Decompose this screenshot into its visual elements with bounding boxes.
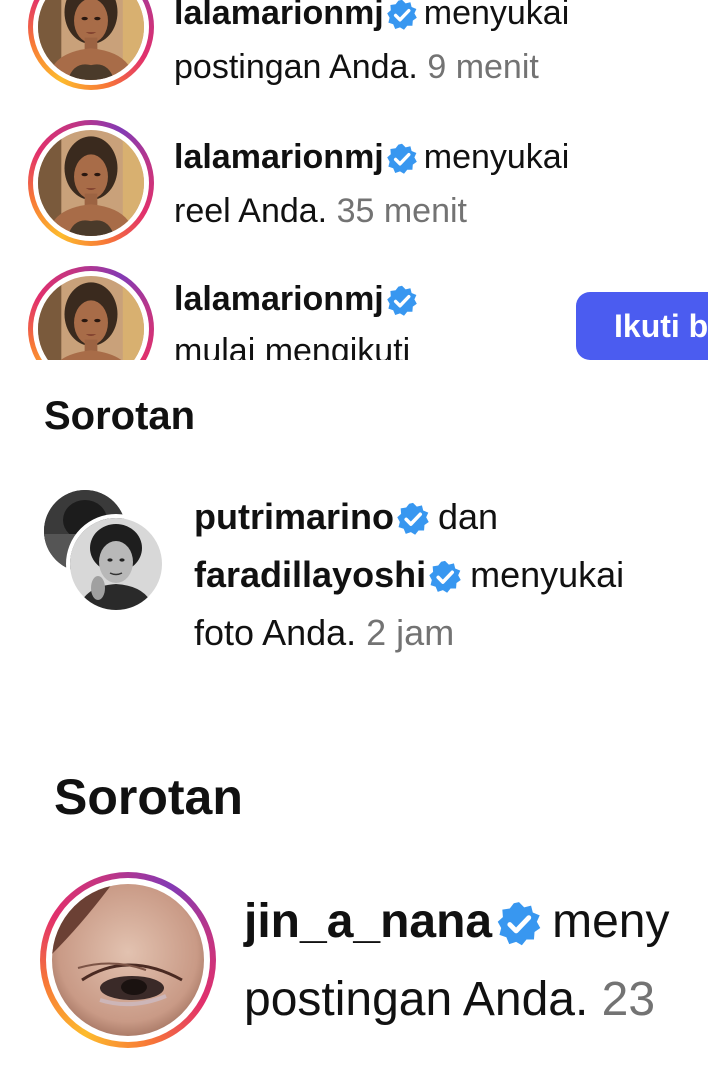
avatar[interactable] [52, 884, 204, 1036]
notification-action: menyukai [470, 554, 625, 595]
highlights-panel-bottom: Sorotan jin_a_nana meny postingan Anda. … [0, 682, 708, 1080]
verified-badge-icon [428, 560, 462, 594]
section-title: Sorotan [44, 394, 196, 438]
username[interactable]: lalamarionmj [174, 280, 384, 318]
notification-action: meny [552, 895, 670, 948]
conjunction-text: dan [438, 496, 499, 537]
verified-badge-icon [496, 901, 542, 947]
avatar[interactable] [38, 130, 144, 236]
notifications-panel-top: lalamarionmj menyukai postingan Anda. 9 m… [0, 0, 708, 360]
avatar[interactable] [66, 514, 166, 614]
username[interactable]: putrimarino [194, 496, 394, 537]
verified-badge-icon [396, 502, 430, 536]
follow-back-button[interactable]: Ikuti b [576, 292, 708, 360]
notification-object: postingan Anda. [244, 973, 589, 1026]
timestamp: 35 menit [336, 192, 467, 230]
timestamp: 9 menit [427, 48, 539, 86]
notification-object: reel Anda. [174, 192, 328, 230]
verified-badge-icon [386, 143, 418, 175]
highlights-panel-middle: Sorotan putrimarino dan faradillayoshi m… [0, 362, 708, 680]
username[interactable]: lalamarionmj [174, 138, 384, 176]
notification-object: mulai mengikuti [174, 332, 411, 360]
timestamp: 23 [601, 973, 656, 1026]
username[interactable]: faradillayoshi [194, 554, 426, 595]
username[interactable]: lalamarionmj [174, 0, 384, 32]
verified-badge-icon [386, 285, 418, 317]
notification-object: foto Anda. [194, 612, 357, 653]
notification-action: menyukai [423, 0, 570, 32]
section-title: Sorotan [54, 769, 243, 825]
username[interactable]: jin_a_nana [244, 895, 492, 948]
notification-object: postingan Anda. [174, 48, 418, 86]
timestamp: 2 jam [366, 612, 455, 653]
notification-action: menyukai [423, 138, 570, 176]
verified-badge-icon [386, 0, 418, 31]
